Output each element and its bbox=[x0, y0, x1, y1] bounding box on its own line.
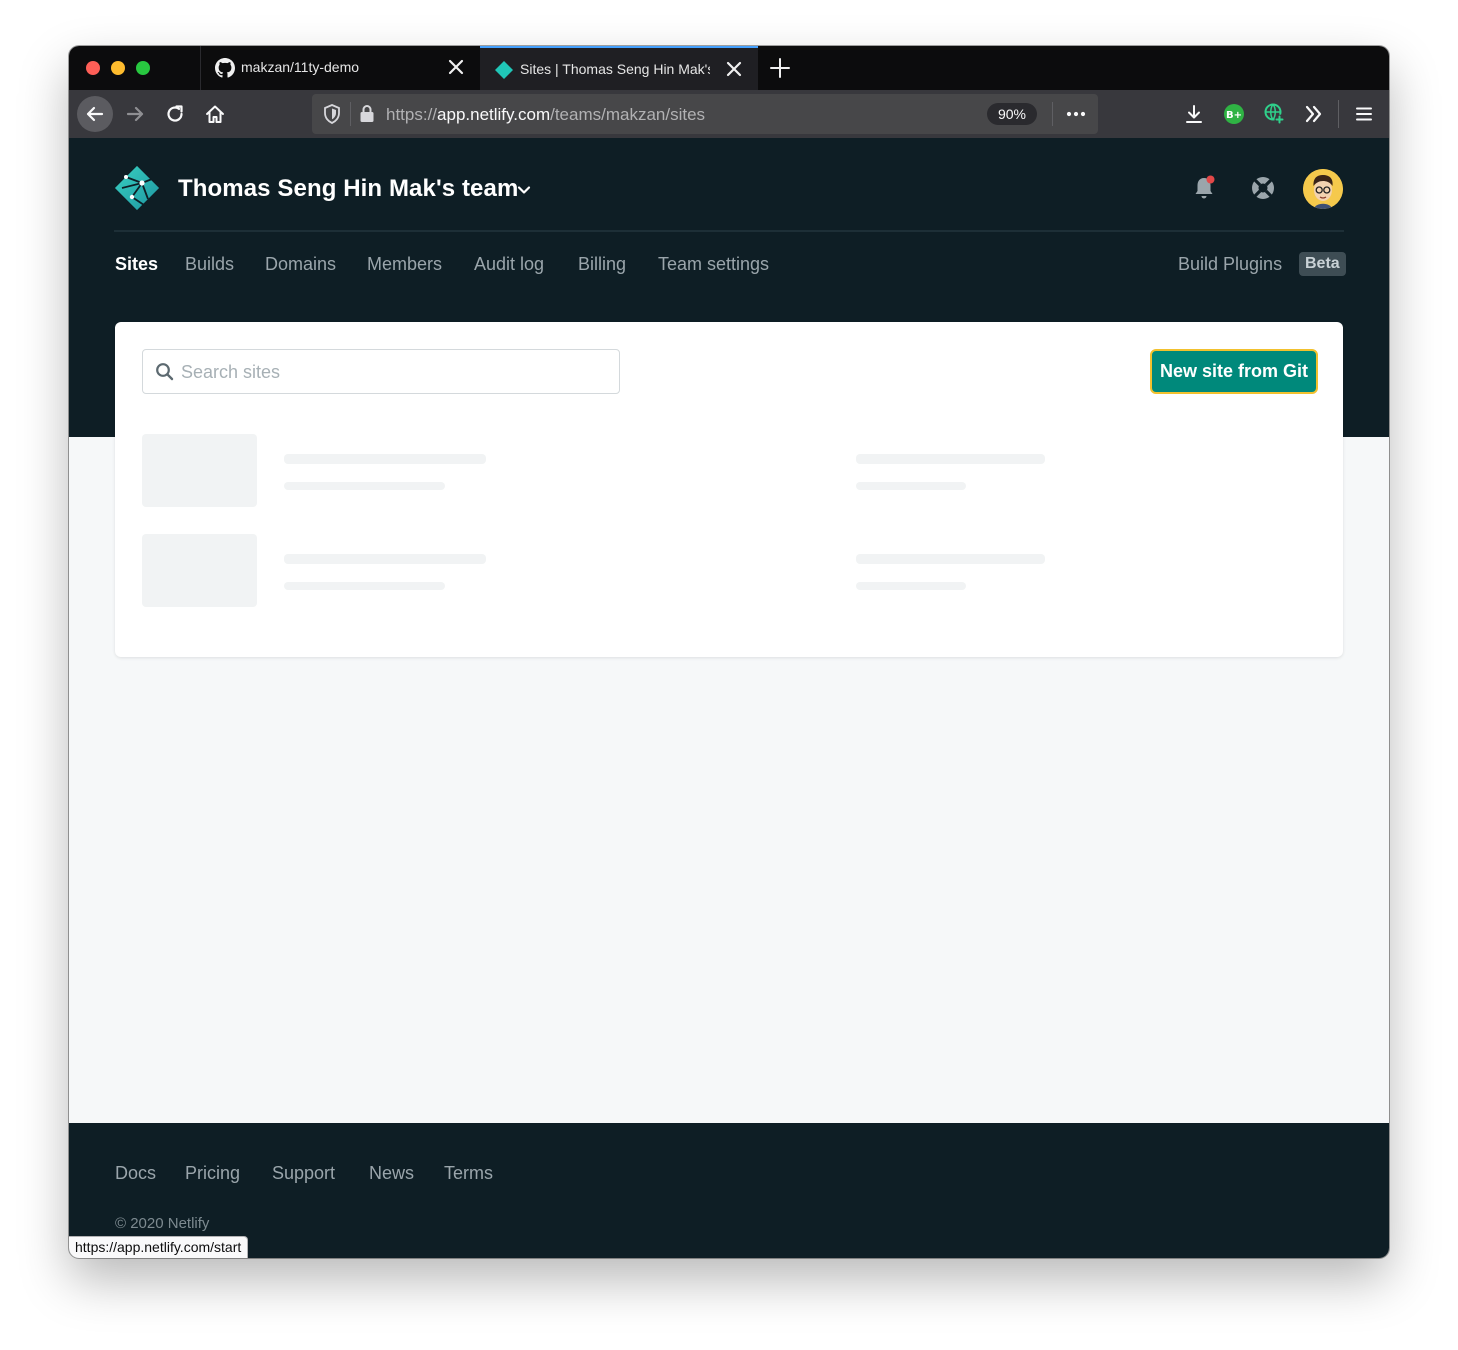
url-bar[interactable]: https://app.netlify.com/teams/makzan/sit… bbox=[312, 94, 1098, 134]
app-menu-button[interactable] bbox=[1348, 98, 1380, 130]
close-window-button[interactable] bbox=[86, 61, 100, 75]
shield-icon[interactable] bbox=[322, 103, 342, 125]
app-footer: Docs Pricing Support News Terms © 2020 N… bbox=[69, 1123, 1389, 1258]
chevron-down-icon[interactable] bbox=[517, 185, 531, 195]
status-bar-url: https://app.netlify.com/start bbox=[69, 1236, 249, 1258]
beta-badge: Beta bbox=[1299, 252, 1346, 276]
help-lifebuoy-icon[interactable] bbox=[1248, 173, 1278, 203]
search-sites-field[interactable] bbox=[142, 349, 620, 394]
header-divider bbox=[114, 230, 1344, 232]
nav-build-plugins[interactable]: Build Plugins bbox=[1178, 254, 1282, 275]
team-name[interactable]: Thomas Seng Hin Mak's team bbox=[178, 175, 518, 203]
reload-icon bbox=[167, 105, 183, 122]
url-text: https://app.netlify.com/teams/makzan/sit… bbox=[386, 105, 705, 125]
sites-card: New site from Git bbox=[115, 322, 1343, 657]
url-divider bbox=[1052, 102, 1053, 126]
site-meta-sub-placeholder bbox=[856, 582, 966, 590]
github-icon bbox=[215, 58, 235, 78]
nav-team-settings[interactable]: Team settings bbox=[658, 254, 769, 275]
back-button[interactable] bbox=[77, 96, 113, 132]
url-divider bbox=[350, 102, 351, 126]
site-thumbnail-placeholder bbox=[142, 434, 257, 507]
overflow-menu-button[interactable] bbox=[1298, 98, 1330, 130]
search-sites-input[interactable] bbox=[181, 356, 601, 388]
home-button[interactable] bbox=[199, 98, 231, 130]
zoom-window-button[interactable] bbox=[136, 61, 150, 75]
netlify-logo-icon[interactable] bbox=[114, 165, 160, 211]
close-icon[interactable] bbox=[446, 57, 466, 77]
lock-icon[interactable] bbox=[358, 103, 376, 125]
zoom-level-badge[interactable]: 90% bbox=[987, 103, 1037, 125]
close-icon[interactable] bbox=[724, 59, 744, 79]
site-thumbnail-placeholder bbox=[142, 534, 257, 607]
footer-link-news[interactable]: News bbox=[369, 1163, 414, 1184]
tab-strip: makzan/11ty-demo Sites | Thomas Seng Hin… bbox=[69, 46, 1389, 90]
user-avatar[interactable] bbox=[1303, 169, 1343, 209]
footer-link-terms[interactable]: Terms bbox=[444, 1163, 493, 1184]
site-subtitle-placeholder bbox=[284, 582, 445, 590]
nav-sites[interactable]: Sites bbox=[115, 254, 158, 275]
arrow-left-icon bbox=[86, 106, 104, 122]
extension-vpn-button[interactable] bbox=[1258, 98, 1290, 130]
toolbar-divider bbox=[1338, 100, 1339, 128]
url-scheme: https:// bbox=[386, 105, 438, 124]
tab-github[interactable]: makzan/11ty-demo bbox=[200, 46, 480, 90]
search-icon bbox=[156, 363, 174, 381]
avatar-face-icon bbox=[1303, 169, 1343, 209]
new-tab-plus-icon[interactable] bbox=[768, 56, 792, 80]
nav-audit-log[interactable]: Audit log bbox=[474, 254, 544, 275]
footer-link-pricing[interactable]: Pricing bbox=[185, 1163, 240, 1184]
home-icon bbox=[206, 105, 224, 123]
nav-toolbar: https://app.netlify.com/teams/makzan/sit… bbox=[69, 90, 1389, 138]
nav-billing[interactable]: Billing bbox=[578, 254, 626, 275]
minimize-window-button[interactable] bbox=[111, 61, 125, 75]
bplus-extension-icon: B+ bbox=[1224, 104, 1244, 124]
footer-link-docs[interactable]: Docs bbox=[115, 1163, 156, 1184]
site-meta-placeholder bbox=[856, 454, 1045, 464]
nav-builds[interactable]: Builds bbox=[185, 254, 234, 275]
nav-domains[interactable]: Domains bbox=[265, 254, 336, 275]
hamburger-menu-icon bbox=[1356, 107, 1372, 121]
globe-add-extension-icon bbox=[1264, 103, 1285, 125]
notification-bell-icon[interactable] bbox=[1189, 173, 1219, 203]
forward-button[interactable] bbox=[119, 98, 151, 130]
arrow-right-icon bbox=[126, 106, 144, 122]
tab-title: Sites | Thomas Seng Hin Mak's bbox=[520, 61, 710, 77]
tab-netlify-sites[interactable]: Sites | Thomas Seng Hin Mak's bbox=[480, 46, 758, 90]
site-title-placeholder bbox=[284, 554, 486, 564]
nav-members[interactable]: Members bbox=[367, 254, 442, 275]
page-actions-ellipsis-icon[interactable] bbox=[1064, 102, 1088, 126]
url-host: app.netlify.com bbox=[437, 105, 551, 124]
footer-link-support[interactable]: Support bbox=[272, 1163, 335, 1184]
site-meta-placeholder bbox=[856, 554, 1045, 564]
downloads-button[interactable] bbox=[1178, 98, 1210, 130]
svg-text:B+: B+ bbox=[1226, 110, 1242, 121]
copyright-text: © 2020 Netlify bbox=[115, 1215, 210, 1232]
chevrons-right-icon bbox=[1305, 105, 1322, 123]
extension-bplus-button[interactable]: B+ bbox=[1218, 98, 1250, 130]
reload-button[interactable] bbox=[159, 98, 191, 130]
site-title-placeholder bbox=[284, 454, 486, 464]
site-subtitle-placeholder bbox=[284, 482, 445, 490]
site-meta-sub-placeholder bbox=[856, 482, 966, 490]
tab-title: makzan/11ty-demo bbox=[241, 59, 360, 75]
browser-window: makzan/11ty-demo Sites | Thomas Seng Hin… bbox=[69, 46, 1389, 1258]
download-icon bbox=[1186, 105, 1202, 123]
url-path: /teams/makzan/sites bbox=[550, 105, 706, 124]
new-site-from-git-button[interactable]: New site from Git bbox=[1150, 349, 1318, 394]
netlify-favicon-icon bbox=[495, 61, 513, 79]
